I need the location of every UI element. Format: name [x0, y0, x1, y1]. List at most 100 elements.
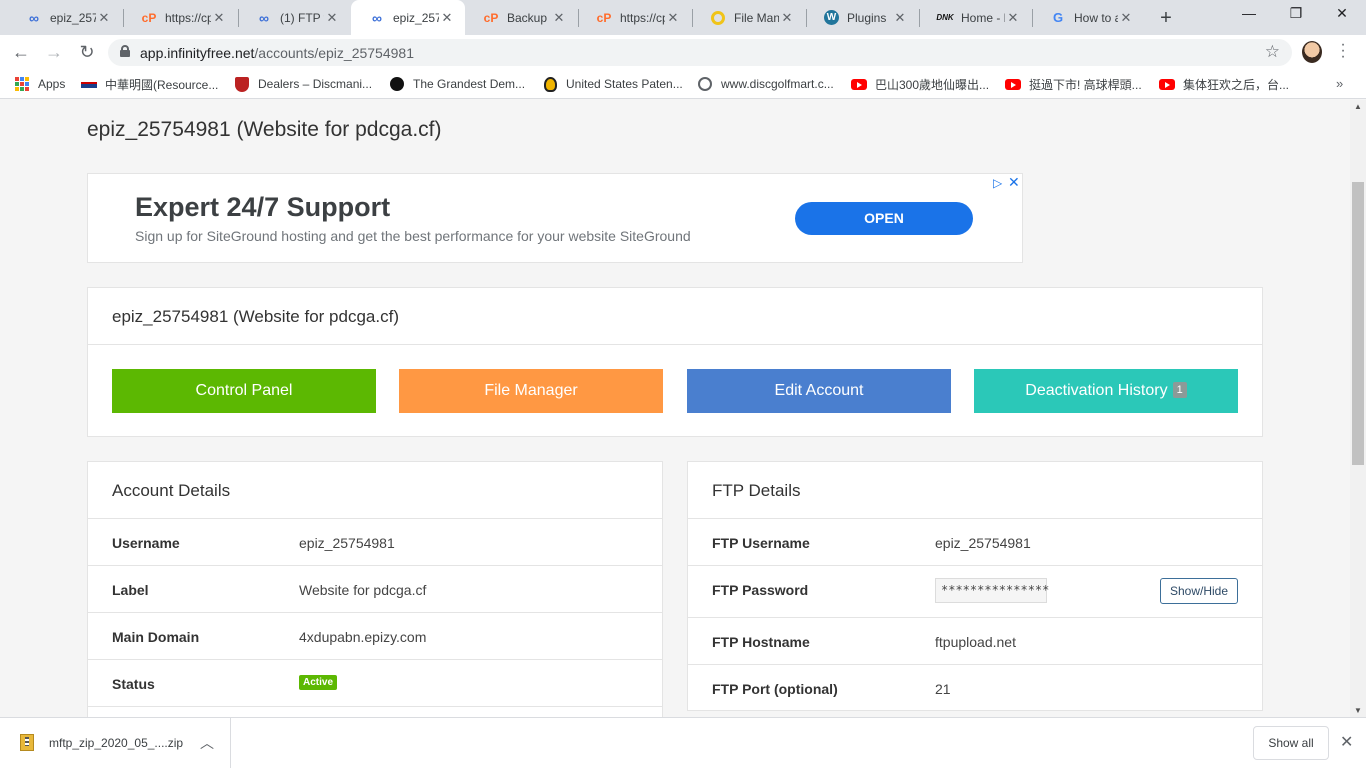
- detail-label: FTP Username: [712, 535, 810, 551]
- detail-value: 21: [935, 681, 951, 697]
- bookmark-item[interactable]: United States Paten...: [542, 76, 683, 92]
- bookmark-item[interactable]: www.discgolfmart.c...: [697, 76, 834, 92]
- control-panel-button[interactable]: Control Panel: [112, 369, 376, 413]
- edit-account-button[interactable]: Edit Account: [687, 369, 951, 413]
- bookmark-item[interactable]: 挺過下市! 高球桿頭...: [1005, 76, 1142, 93]
- wordpress-icon: W: [824, 10, 839, 25]
- bookmark-item[interactable]: Dealers – Discmani...: [234, 76, 372, 92]
- close-icon[interactable]: ✕: [324, 10, 340, 26]
- close-icon[interactable]: ✕: [779, 10, 795, 26]
- status-badge: Active: [299, 675, 338, 690]
- browser-tab[interactable]: File Mana ✕: [692, 0, 805, 35]
- close-download-bar-icon[interactable]: ✕: [1340, 732, 1353, 752]
- close-icon[interactable]: ✕: [1118, 10, 1134, 26]
- ad-open-button[interactable]: OPEN: [795, 202, 973, 235]
- globe-icon: [697, 76, 713, 92]
- url-text[interactable]: app.infinityfree.net/accounts/epiz_25754…: [140, 45, 414, 61]
- browser-tab[interactable]: cP https://cp ✕: [123, 0, 237, 35]
- close-icon[interactable]: ✕: [551, 10, 567, 26]
- bookmark-item[interactable]: 巴山300歲地仙曝出...: [851, 76, 989, 93]
- file-manager-button[interactable]: File Manager: [399, 369, 663, 413]
- show-all-downloads-button[interactable]: Show all: [1253, 726, 1329, 760]
- browser-tab[interactable]: cP Backup ✕: [465, 0, 577, 35]
- detail-label: Status: [112, 676, 155, 692]
- window-close-icon[interactable]: ✕: [1332, 5, 1352, 22]
- youtube-icon: [1005, 77, 1021, 93]
- detail-value: ftpupload.net: [935, 634, 1016, 650]
- bookmarks-overflow-icon[interactable]: »: [1336, 76, 1343, 91]
- ad-close-icon[interactable]: ✕: [1008, 174, 1020, 191]
- dnk-icon: DNK: [936, 13, 954, 22]
- browser-tab-strip: ∞ epiz_2575 ✕ cP https://cp ✕ ∞ (1) FTP …: [0, 0, 1366, 35]
- close-icon[interactable]: ✕: [211, 10, 227, 26]
- browser-tab[interactable]: DNK Home - B ✕: [919, 0, 1031, 35]
- tab-title: Home - B: [961, 10, 1005, 25]
- bookmark-label: www.discgolfmart.c...: [721, 77, 834, 91]
- scroll-up-arrow-icon[interactable]: ▲: [1354, 102, 1362, 111]
- reload-icon[interactable]: ↻: [76, 41, 98, 63]
- back-arrow-icon[interactable]: ←: [10, 41, 32, 63]
- forward-arrow-icon[interactable]: →: [43, 41, 65, 63]
- bookmark-apps[interactable]: Apps: [14, 76, 65, 92]
- account-details-title: Account Details: [112, 481, 231, 500]
- minimize-icon[interactable]: —: [1239, 5, 1259, 21]
- close-icon[interactable]: ✕: [665, 10, 681, 26]
- ftp-password-field[interactable]: ***************: [935, 578, 1049, 603]
- download-item[interactable]: mftp_zip_2020_05_....zip ︿: [0, 718, 231, 768]
- browser-tab[interactable]: ∞ (1) FTP tr ✕: [238, 0, 350, 35]
- tab-title: Plugins: [847, 10, 887, 25]
- show-hide-password-button[interactable]: Show/Hide: [1160, 578, 1238, 604]
- chevron-up-icon[interactable]: ︿: [200, 733, 214, 753]
- detail-value: Website for pdcga.cf: [299, 582, 427, 598]
- zip-file-icon: [20, 734, 34, 751]
- bookmark-item[interactable]: The Grandest Dem...: [389, 76, 525, 92]
- ftp-details-card: FTP Details FTP Username epiz_25754981 F…: [687, 461, 1263, 711]
- ftp-row-password: FTP Password *************** Show/Hide: [688, 566, 1262, 618]
- detail-row-label: Label Website for pdcga.cf: [88, 566, 662, 613]
- close-icon[interactable]: ✕: [1005, 10, 1021, 26]
- ftp-details-title: FTP Details: [712, 481, 801, 500]
- adchoices-icon[interactable]: ▷: [993, 176, 1002, 190]
- address-bar[interactable]: app.infinityfree.net/accounts/epiz_25754…: [108, 39, 1292, 66]
- scrollbar-thumb[interactable]: [1352, 182, 1364, 465]
- new-tab-button[interactable]: +: [1156, 7, 1176, 30]
- bookmark-label: 巴山300歲地仙曝出...: [875, 78, 990, 92]
- cpanel-icon: cP: [141, 10, 157, 25]
- menu-dots-icon[interactable]: · · ·: [1338, 37, 1348, 65]
- bookmark-item[interactable]: 集体狂欢之后，台...: [1159, 76, 1289, 93]
- shield-icon: [234, 76, 250, 92]
- close-icon[interactable]: ✕: [96, 10, 112, 26]
- infinity-icon: ∞: [29, 9, 39, 26]
- bookmark-item[interactable]: 中華明國(Resource...: [81, 76, 218, 93]
- close-icon[interactable]: ✕: [892, 10, 908, 26]
- detail-value: epiz_25754981: [299, 535, 395, 551]
- cpanel-icon: cP: [483, 10, 499, 25]
- cpanel-icon: cP: [596, 10, 612, 25]
- browser-tab-active[interactable]: ∞ epiz_257 ✕: [351, 0, 465, 35]
- bookmark-star-icon[interactable]: ☆: [1265, 42, 1280, 62]
- advertisement-banner[interactable]: Expert 24/7 Support Sign up for SiteGrou…: [87, 173, 1023, 263]
- browser-tab[interactable]: ∞ epiz_2575 ✕: [8, 0, 122, 35]
- card-header: epiz_25754981 (Website for pdcga.cf): [88, 288, 1262, 345]
- infinity-icon: ∞: [259, 9, 269, 26]
- youtube-icon: [851, 77, 867, 93]
- close-icon[interactable]: ✕: [439, 10, 455, 26]
- deactivation-history-button[interactable]: Deactivation History 1: [974, 369, 1238, 413]
- browser-tab[interactable]: cP https://cp ✕: [578, 0, 691, 35]
- profile-avatar[interactable]: [1302, 41, 1322, 63]
- detail-label: FTP Password: [712, 582, 809, 598]
- browser-tab[interactable]: W Plugins ✕: [806, 0, 918, 35]
- detail-label: FTP Port (optional): [712, 681, 838, 697]
- bookmark-label: 中華明國(Resource...: [105, 78, 219, 92]
- detail-row-status: Status Active: [88, 660, 662, 707]
- page-scrollbar[interactable]: ▲ ▼: [1350, 100, 1366, 717]
- account-card-title: epiz_25754981 (Website for pdcga.cf): [112, 307, 399, 326]
- browser-toolbar: ← → ↻ app.infinityfree.net/accounts/epiz…: [0, 35, 1366, 69]
- card-header: FTP Details: [688, 462, 1262, 519]
- flag-icon: [81, 77, 97, 93]
- scroll-down-arrow-icon[interactable]: ▼: [1354, 706, 1362, 715]
- deactivation-history-label: Deactivation History: [1025, 382, 1168, 399]
- restore-icon[interactable]: ❐: [1286, 5, 1306, 22]
- file-manager-icon: [710, 10, 726, 26]
- browser-tab[interactable]: G How to a ✕: [1032, 0, 1144, 35]
